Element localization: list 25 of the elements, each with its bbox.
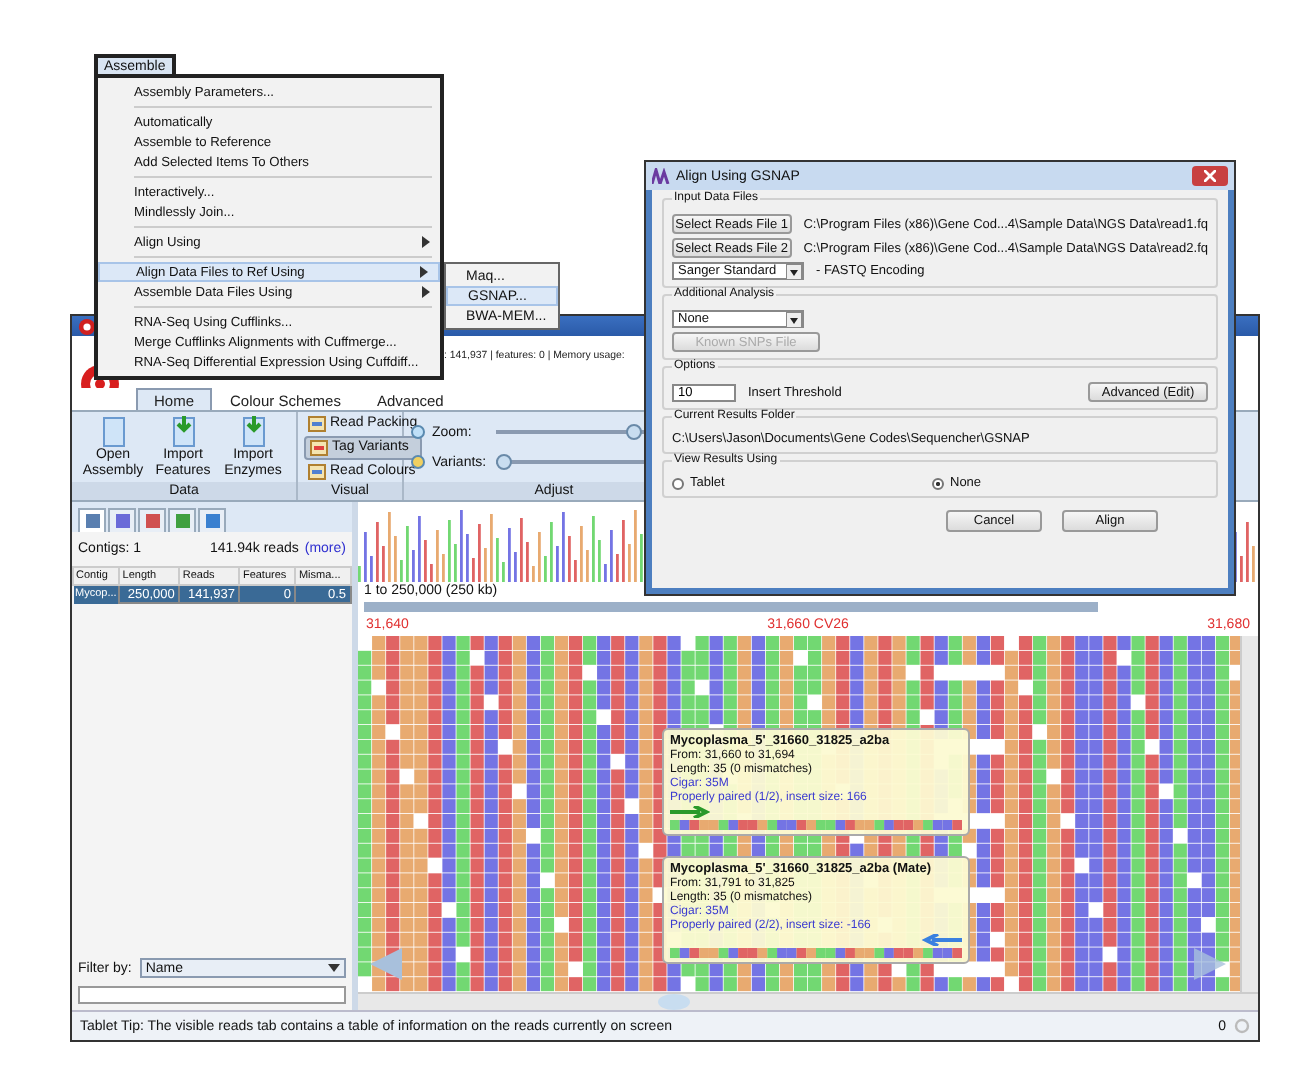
panel-tab[interactable] (168, 508, 196, 532)
close-button[interactable] (1192, 166, 1228, 186)
document-icon (99, 415, 127, 447)
document-icon (169, 415, 197, 447)
radio-button[interactable] (932, 477, 944, 489)
vertical-scrollbar[interactable] (1240, 636, 1258, 992)
panel-tab[interactable] (108, 508, 136, 532)
filter-field[interactable] (78, 986, 346, 1004)
horizontal-scrollbar[interactable] (358, 992, 1258, 1010)
radio-button[interactable] (672, 477, 684, 489)
dropdown-arrow-icon (328, 964, 340, 972)
app-logo-icon (652, 168, 670, 184)
document-icon (239, 415, 267, 447)
scroll-left-arrow-icon[interactable] (366, 944, 406, 984)
slider-thumb[interactable] (626, 424, 643, 440)
panel-tab[interactable] (78, 508, 106, 532)
dropdown-arrow-icon (786, 263, 802, 279)
panel-tab[interactable] (138, 508, 166, 532)
submenu-arrow-icon (422, 236, 430, 248)
spinner-icon (1234, 1018, 1250, 1034)
dropdown-arrow-icon (786, 311, 802, 327)
panel-tab[interactable] (198, 508, 226, 532)
scroll-right-arrow-icon[interactable] (1190, 944, 1230, 984)
slider-thumb[interactable] (496, 454, 512, 470)
close-icon (1204, 170, 1216, 182)
